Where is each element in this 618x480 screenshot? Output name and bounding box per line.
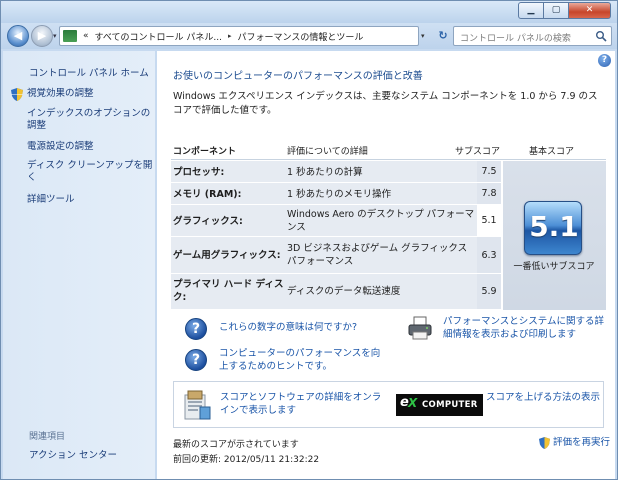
related-section-title: 関連項目 [29,432,66,442]
row-name: グラフィックス: [173,216,243,227]
last-update-text: 前回の更新: 2012/05/11 21:32:22 [173,455,320,465]
software-info-icon [184,390,211,420]
sidebar-item-indexing-options[interactable]: インデックスのオプションの調整 [27,108,153,132]
title-bar: ▁ ▢ ✕ [1,1,617,23]
maximize-button[interactable]: ▢ [544,2,569,19]
control-panel-window: ▁ ▢ ✕ ◀ ▶ ▾ « すべてのコントロール パネル... ▸ パフォーマン… [0,0,618,480]
navigation-bar: ◀ ▶ ▾ « すべてのコントロール パネル... ▸ パフォーマンスの情報とツ… [1,23,617,49]
control-panel-icon [63,30,77,42]
row-subscore: 5.1 [477,205,501,237]
search-box[interactable]: コントロール パネルの検索 [453,26,612,46]
base-score-value: 5.1 [529,210,579,243]
row-name: プライマリ ハード ディスク: [173,279,284,303]
score-table-header: コンポーネント 評価についての詳細 サブスコア 基本スコア [171,143,606,159]
close-button[interactable]: ✕ [569,2,611,19]
page-title: お使いのコンピューターのパフォーマンスの評価と改善 [173,71,423,82]
sidebar-item-disk-cleanup[interactable]: ディスク クリーンアップを開く [27,160,153,184]
row-subscore: 7.8 [477,183,501,205]
table-row: プロセッサ: 1 秒あたりの計算 [171,161,493,183]
shield-icon [11,88,23,101]
sidebar: コントロール パネル ホーム 視覚効果の調整 インデックスのオプションの調整 電… [3,51,155,479]
shield-icon [539,436,550,449]
table-row: プライマリ ハード ディスク: ディスクのデータ転送速度 [171,274,493,310]
breadcrumb-all-control-panel[interactable]: すべてのコントロール パネル... [95,30,222,43]
row-desc: 1 秒あたりのメモリ操作 [287,189,392,200]
status-text: 最新のスコアが示されています [173,440,299,450]
row-desc: Windows Aero のデスクトップ パフォーマンス [287,209,475,233]
search-icon[interactable] [595,30,607,42]
tips-link[interactable]: コンピューターのパフォーマンスを向上するためのヒントです。 [219,347,387,373]
base-score-badge: 5.1 [524,201,582,255]
table-row: グラフィックス: Windows Aero のデスクトップ パフォーマンス [171,205,493,237]
row-name: プロセッサ: [173,167,225,178]
row-desc: ディスクのデータ転送速度 [287,286,401,297]
row-name: メモリ (RAM): [173,189,242,200]
table-row: ゲーム用グラフィックス: 3D ビジネスおよびゲーム グラフィックス パフォーマ… [171,237,493,274]
rerun-assessment-button[interactable]: 評価を再実行 [539,436,610,449]
printer-icon [408,316,432,340]
online-info-box: スコアとソフトウェアの詳細をオンラインで表示します e X COMPUTER ス… [173,381,604,428]
row-desc: 3D ビジネスおよびゲーム グラフィックス パフォーマンス [287,243,468,267]
refresh-button[interactable]: ↻ [435,28,451,44]
excomputer-logo[interactable]: e X COMPUTER [396,394,483,416]
header-details: 評価についての詳細 [287,147,368,157]
online-details-link[interactable]: スコアとソフトウェアの詳細をオンラインで表示します [220,391,390,417]
main-content: ? お使いのコンピューターのパフォーマンスの評価と改善 Windows エクスペ… [157,51,615,479]
address-bar[interactable]: « すべてのコントロール パネル... ▸ パフォーマンスの情報とツール [59,26,419,46]
address-dropdown-button[interactable]: ▾ [421,27,433,45]
row-subscore: 7.5 [477,161,501,183]
raise-score-link[interactable]: スコアを上げる方法の表示 [486,391,604,404]
breadcrumb-performance[interactable]: パフォーマンスの情報とツール [238,30,364,43]
search-input[interactable]: コントロール パネルの検索 [460,31,571,44]
sidebar-item-visual-effects[interactable]: 視覚効果の調整 [27,88,153,100]
sidebar-item-action-center[interactable]: アクション センター [29,447,117,461]
breadcrumb-separator[interactable]: ▸ [228,32,232,40]
rerun-assessment-label[interactable]: 評価を再実行 [553,436,610,449]
header-component: コンポーネント [173,147,237,157]
forward-button[interactable]: ▶ [31,25,53,47]
breadcrumb-overflow[interactable]: « [83,31,89,41]
row-subscore: 5.9 [477,274,501,310]
row-subscore: 6.3 [477,237,501,274]
print-details-link[interactable]: パフォーマンスとシステムに関する詳細情報を表示および印刷します [443,315,607,341]
meaning-link[interactable]: これらの数字の意味は何ですか? [219,321,389,334]
row-desc: 1 秒あたりの計算 [287,167,363,178]
minimize-button[interactable]: ▁ [518,2,544,19]
base-score-label: 一番低いサブスコア [513,262,595,272]
header-subscore: サブスコア [455,147,501,157]
intro-text: Windows エクスペリエンス インデックスは、主要なシステム コンポーネント… [173,91,598,116]
header-divider [171,159,606,160]
sidebar-item-advanced-tools[interactable]: 詳細ツール [27,194,153,206]
logo-computer: COMPUTER [422,400,478,410]
base-score-panel: 5.1 一番低いサブスコア [503,161,606,310]
logo-x: X [408,396,418,410]
caption-buttons: ▁ ▢ ✕ [518,2,611,19]
back-button[interactable]: ◀ [7,25,29,47]
table-row: メモリ (RAM): 1 秒あたりのメモリ操作 [171,183,493,205]
help-icon[interactable]: ? [598,54,611,67]
question-icon: ? [185,318,207,340]
sidebar-home-link[interactable]: コントロール パネル ホーム [29,65,149,79]
recent-pages-button[interactable]: ▾ [53,32,57,40]
row-name: ゲーム用グラフィックス: [173,250,281,261]
question-icon: ? [185,349,207,371]
sidebar-item-power-settings[interactable]: 電源設定の調整 [27,141,153,153]
header-base-score: 基本スコア [529,147,575,157]
